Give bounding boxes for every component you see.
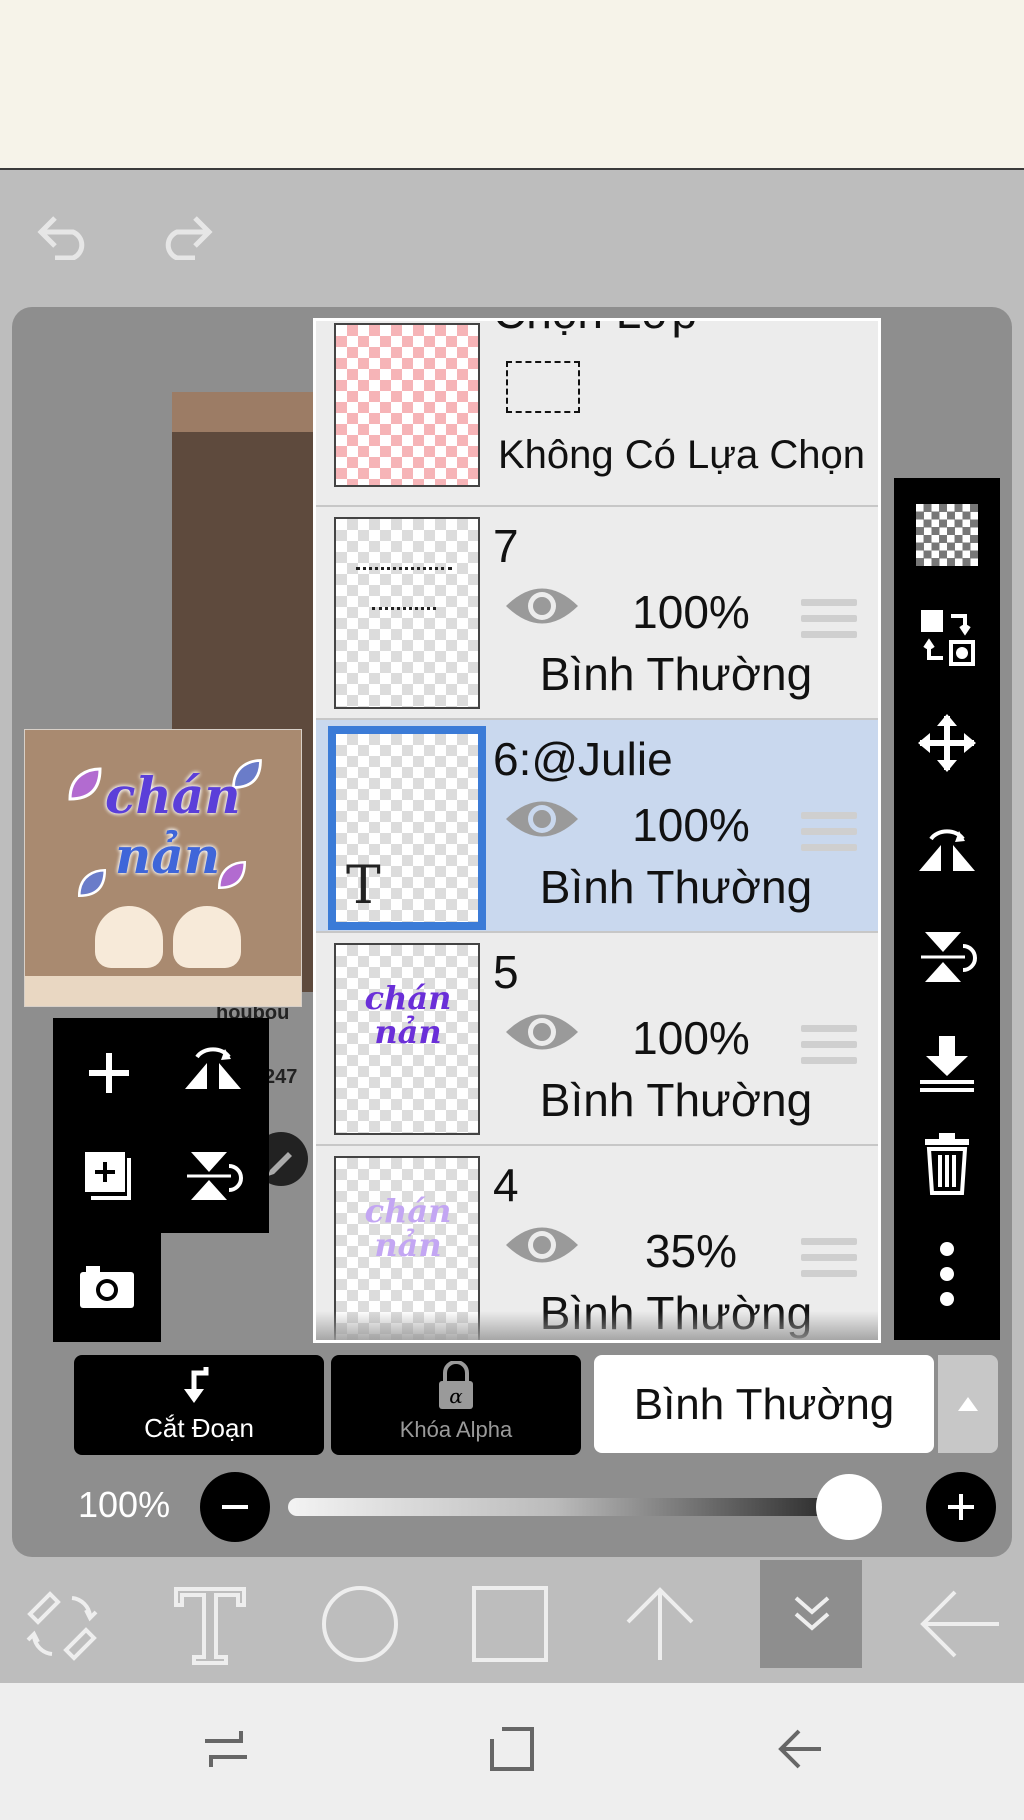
layer-opacity: 100% bbox=[632, 1012, 750, 1064]
lock-icon: α bbox=[439, 1361, 473, 1409]
preview-floor bbox=[25, 976, 301, 1006]
system-nav-bar bbox=[0, 1683, 1024, 1820]
scroll-fade bbox=[316, 1311, 878, 1340]
character-right bbox=[173, 906, 241, 968]
merge-down-icon[interactable] bbox=[912, 1028, 982, 1098]
chevron-down-double-icon bbox=[794, 1596, 830, 1631]
selection-layer-thumb bbox=[334, 323, 480, 487]
thumb-mark-2 bbox=[372, 607, 436, 614]
canvas-preview[interactable]: chán nản bbox=[24, 729, 302, 1007]
eye-icon[interactable] bbox=[502, 792, 582, 846]
transparency-icon[interactable] bbox=[912, 500, 982, 570]
home-icon[interactable] bbox=[482, 1719, 542, 1779]
plus-icon bbox=[948, 1494, 974, 1520]
camera-icon[interactable] bbox=[67, 1250, 147, 1322]
drag-handle-icon[interactable] bbox=[801, 599, 857, 647]
layer-name: 6:@Julie bbox=[493, 733, 673, 785]
art-text: chán bbox=[105, 766, 241, 825]
duplicate-layer-icon[interactable] bbox=[69, 1140, 149, 1212]
alpha-lock-label: Khóa Alpha bbox=[399, 1417, 513, 1442]
layer-thumb-selected: T bbox=[328, 726, 486, 930]
canvas-text-2: 247 bbox=[264, 1066, 298, 1088]
layer-name: 7 bbox=[493, 520, 519, 572]
eye-icon[interactable] bbox=[502, 579, 582, 633]
layer-thumb: chán nản bbox=[334, 943, 480, 1135]
leaf-icon-3 bbox=[77, 868, 107, 898]
opacity-slider[interactable] bbox=[288, 1498, 882, 1516]
opacity-slider-thumb[interactable] bbox=[816, 1474, 882, 1540]
drag-handle-icon[interactable] bbox=[801, 1238, 857, 1286]
clipping-label: Cắt Đoạn bbox=[144, 1413, 254, 1443]
eye-icon[interactable] bbox=[502, 1005, 582, 1059]
layer-thumb bbox=[334, 517, 480, 709]
minus-icon bbox=[222, 1505, 248, 1509]
layer-name: 4 bbox=[493, 1159, 519, 1211]
flip-horizontal-icon[interactable] bbox=[173, 1038, 253, 1108]
trash-icon[interactable] bbox=[912, 1128, 982, 1198]
thumb-mark bbox=[356, 567, 452, 574]
blend-mode-value: Bình Thường bbox=[633, 1380, 895, 1429]
layer-quick-panel bbox=[53, 1018, 269, 1233]
text-tool-icon[interactable] bbox=[168, 1582, 252, 1666]
opacity-label: 100% bbox=[78, 1484, 171, 1525]
ellipse-tool-icon[interactable] bbox=[318, 1582, 402, 1666]
arrow-left-icon[interactable] bbox=[910, 1582, 1010, 1666]
arrow-up-icon[interactable] bbox=[618, 1582, 702, 1666]
layer-opacity: 100% bbox=[632, 586, 750, 638]
leaf-icon-4 bbox=[217, 860, 247, 890]
art-text-2: nản bbox=[115, 826, 221, 885]
svg-text:α: α bbox=[449, 1384, 463, 1408]
recent-apps-icon[interactable] bbox=[196, 1719, 256, 1779]
selection-layer-subtitle: Không Có Lựa Chọn bbox=[498, 433, 866, 477]
layer-blend-mode: Bình Thường bbox=[539, 648, 813, 700]
eye-icon[interactable] bbox=[502, 1218, 582, 1272]
layer-row-6[interactable]: T 6:@Julie 100% Bình Thường bbox=[316, 720, 878, 933]
clip-arrow-icon bbox=[184, 1367, 209, 1403]
redo-icon[interactable] bbox=[152, 200, 222, 270]
top-toolbar bbox=[0, 170, 1024, 305]
layer-blend-mode: Bình Thường bbox=[539, 861, 813, 913]
top-area bbox=[0, 0, 1024, 170]
transform-tool-icon[interactable] bbox=[20, 1584, 104, 1668]
blend-mode-dropdown[interactable] bbox=[938, 1355, 998, 1453]
flip-vertical-icon[interactable] bbox=[912, 922, 982, 992]
opacity-increase-button[interactable] bbox=[926, 1472, 996, 1542]
layer-row-5[interactable]: chán nản 5 100% Bình Thường bbox=[316, 933, 878, 1146]
layer-opacity: 100% bbox=[632, 799, 750, 851]
thumb-art-text: chán nản bbox=[364, 979, 452, 1051]
thumb-art-text: chán nản bbox=[364, 1192, 452, 1264]
blend-mode-select[interactable]: Bình Thường bbox=[594, 1355, 934, 1453]
clipping-button[interactable]: Cắt Đoạn bbox=[74, 1355, 324, 1455]
alpha-lock-button[interactable]: α Khóa Alpha bbox=[331, 1355, 581, 1455]
layer-quick-panel-lower bbox=[53, 1232, 161, 1342]
chevron-up-icon bbox=[958, 1397, 978, 1411]
selection-layer-row[interactable]: Chọn Lớp Không Có Lựa Chọn bbox=[316, 321, 878, 507]
leaf-icon bbox=[68, 767, 102, 801]
opacity-decrease-button[interactable] bbox=[200, 1472, 270, 1542]
layer-opacity: 35% bbox=[644, 1225, 738, 1277]
flip-horizontal-icon[interactable] bbox=[912, 814, 982, 884]
character-left bbox=[95, 906, 163, 968]
move-icon[interactable] bbox=[912, 708, 982, 778]
more-icon[interactable] bbox=[912, 1234, 982, 1314]
layer-tools-column bbox=[894, 478, 1000, 1340]
selection-layer-title: Chọn Lớp bbox=[493, 321, 697, 339]
selection-marquee-icon bbox=[506, 361, 580, 413]
undo-icon[interactable] bbox=[28, 200, 98, 270]
flip-vertical-icon[interactable] bbox=[173, 1140, 253, 1212]
drag-handle-icon[interactable] bbox=[801, 812, 857, 860]
layer-blend-mode: Bình Thường bbox=[539, 1074, 813, 1126]
layer-row-7[interactable]: 7 100% Bình Thường bbox=[316, 507, 878, 720]
bottom-toolbar bbox=[0, 1560, 1024, 1683]
layer-name: 5 bbox=[493, 946, 519, 998]
back-icon[interactable] bbox=[770, 1719, 830, 1779]
swap-layers-icon[interactable] bbox=[912, 602, 982, 672]
collapse-button[interactable] bbox=[760, 1560, 862, 1668]
text-layer-badge: T bbox=[346, 856, 381, 916]
rectangle-tool-icon[interactable] bbox=[468, 1582, 552, 1666]
drag-handle-icon[interactable] bbox=[801, 1025, 857, 1073]
add-layer-icon[interactable] bbox=[69, 1038, 149, 1108]
layers-panel[interactable]: Chọn Lớp Không Có Lựa Chọn 7 100% Bình T… bbox=[313, 318, 881, 1343]
